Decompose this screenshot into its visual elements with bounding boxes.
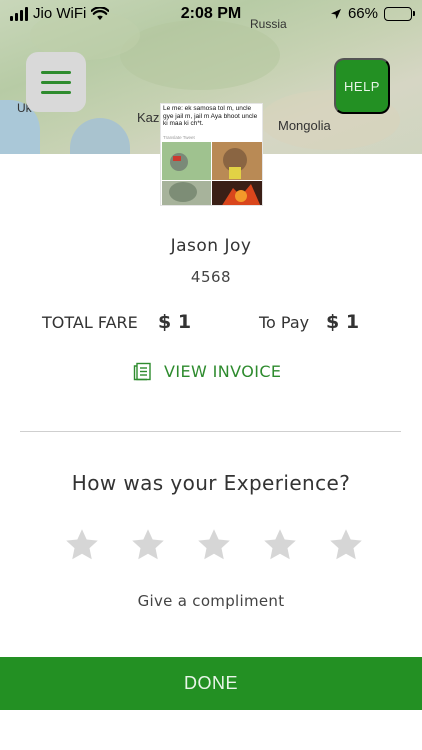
status-bar: Jio WiFi 2:08 PM 66% <box>0 0 422 30</box>
divider <box>20 431 401 432</box>
total-fare-value: $ 1 <box>158 311 192 333</box>
help-button[interactable]: HELP <box>334 58 390 114</box>
status-right: 66% <box>330 5 415 22</box>
to-pay-label: To Pay <box>259 313 310 332</box>
map-label-mongolia: Mongolia <box>278 118 331 133</box>
invoice-icon <box>133 362 151 381</box>
meme-image <box>162 142 262 205</box>
map-label-kaz: Kaz <box>137 110 160 125</box>
battery-icon <box>384 6 415 21</box>
total-fare-label: TOTAL FARE <box>42 313 138 332</box>
star-icon[interactable] <box>196 527 232 563</box>
give-compliment-link[interactable]: Give a compliment <box>0 592 422 610</box>
hamburger-icon <box>41 70 71 74</box>
star-icon[interactable] <box>130 527 166 563</box>
driver-avatar: Le me: ek samosa tol m, uncle gye jail m… <box>160 103 263 206</box>
view-invoice-label: VIEW INVOICE <box>164 362 282 381</box>
driver-name: Jason Joy <box>170 236 252 256</box>
menu-button[interactable] <box>26 52 86 112</box>
star-icon[interactable] <box>262 527 298 563</box>
battery-percent: 66% <box>347 5 378 22</box>
fare-row: TOTAL FARE $ 1 To Pay $ 1 <box>0 311 422 335</box>
location-arrow-icon <box>330 8 341 19</box>
screen: Russia Uk Kaz Mongolia Jio WiFi 2:08 PM … <box>0 0 422 750</box>
star-rating[interactable] <box>64 527 364 563</box>
rating-question: How was your Experience? <box>71 471 351 495</box>
to-pay-value: $ 1 <box>326 311 360 333</box>
star-icon[interactable] <box>64 527 100 563</box>
driver-code: 4568 <box>190 268 232 286</box>
done-button[interactable]: DONE <box>0 657 422 710</box>
map-sea <box>70 118 130 154</box>
view-invoice-link[interactable]: VIEW INVOICE <box>133 362 281 381</box>
star-icon[interactable] <box>328 527 364 563</box>
